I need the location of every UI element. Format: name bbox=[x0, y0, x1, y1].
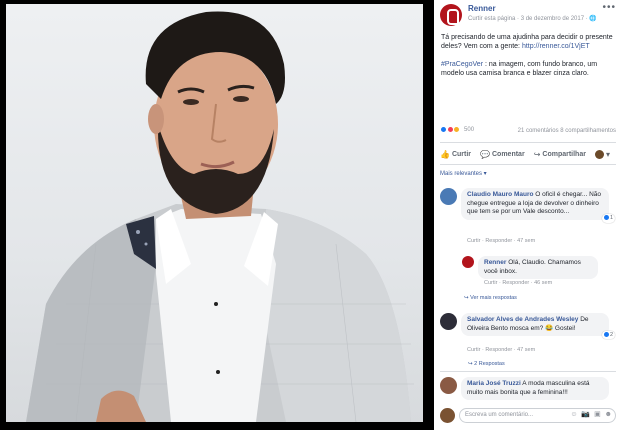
speech-bubble-icon: 💬 bbox=[480, 149, 490, 159]
composer-tools[interactable]: ☺ 📷 ▣ ☻ bbox=[570, 410, 613, 418]
share-as-selector[interactable]: ▾ bbox=[594, 149, 612, 159]
comments-shares-count[interactable]: 21 comentários 8 compartilhamentos bbox=[518, 128, 616, 134]
comment-author[interactable]: Maria José Truzzi bbox=[467, 380, 521, 387]
divider bbox=[440, 371, 616, 372]
reply-author[interactable]: Renner bbox=[484, 259, 506, 266]
view-more-replies-link[interactable]: ↪ Ver mais respostas bbox=[464, 295, 517, 301]
reply-bubble: Renner Olá, Claudio. Chamamos você inbox… bbox=[478, 256, 598, 279]
post-stats: 500 21 comentários 8 compartilhamentos bbox=[440, 126, 616, 138]
post-text: Tá precisando de uma ajudinha para decid… bbox=[441, 33, 613, 87]
post-meta: Curtir esta página · 3 de dezembro de 20… bbox=[468, 15, 597, 22]
comment-reactions[interactable]: 1 bbox=[601, 214, 615, 223]
comment-composer: Escreva um comentário... ☺ 📷 ▣ ☻ bbox=[440, 407, 616, 425]
share-button[interactable]: ↪ Compartilhar bbox=[534, 150, 586, 159]
reaction-count[interactable]: 500 bbox=[464, 127, 474, 133]
photo-viewer bbox=[0, 0, 434, 430]
comment-bubble: Claudio Mauro Mauro O oficil é chegar...… bbox=[461, 188, 615, 223]
like-reaction-icon bbox=[603, 215, 609, 221]
view-replies-link[interactable]: ↪ 2 Respostas bbox=[468, 361, 505, 367]
user-avatar bbox=[440, 408, 455, 423]
page-avatar[interactable] bbox=[440, 4, 462, 26]
share-arrow-icon: ↪ bbox=[533, 149, 541, 159]
chevron-down-icon: ▾ bbox=[605, 149, 610, 159]
comment-meta[interactable]: Curtir · Responder · 47 sem bbox=[467, 238, 535, 244]
comment-item: Salvador Alves de Andrades Wesley De Oli… bbox=[440, 313, 616, 367]
hashtag-link[interactable]: #PraCegoVer bbox=[441, 61, 483, 68]
post-photo[interactable] bbox=[6, 4, 423, 422]
comment-bubble: Maria José Truzzi A moda masculina está … bbox=[461, 377, 609, 400]
model-photo bbox=[26, 11, 414, 422]
comment-bubble: Salvador Alves de Andrades Wesley De Oli… bbox=[461, 313, 615, 339]
action-bar: 👍 Curtir 💬 Comentar ↪ Compartilhar ▾ bbox=[440, 146, 616, 162]
commenter-avatar[interactable] bbox=[440, 188, 457, 205]
more-options-icon[interactable]: ••• bbox=[602, 2, 616, 13]
comment-item: Claudio Mauro Mauro O oficil é chegar...… bbox=[440, 188, 616, 248]
post-side-panel: Renner Curtir esta página · 3 de dezembr… bbox=[434, 0, 620, 430]
globe-icon: 🌐 bbox=[589, 16, 597, 22]
commenter-avatar[interactable] bbox=[440, 377, 457, 394]
comment-reactions[interactable]: 2 bbox=[601, 330, 615, 339]
reply-item: Renner Olá, Claudio. Chamamos você inbox… bbox=[462, 256, 616, 292]
comment-item: Maria José Truzzi A moda masculina está … bbox=[440, 377, 616, 403]
wow-reaction-icon bbox=[453, 126, 461, 133]
like-label: Curtir bbox=[451, 150, 472, 158]
comment-reaction-count: 2 bbox=[609, 331, 613, 338]
comment-meta[interactable]: Curtir · Responder · 47 sem bbox=[467, 347, 535, 353]
commenter-avatar[interactable] bbox=[440, 313, 457, 330]
post-meta-text: Curtir esta página · 3 de dezembro de 20… bbox=[468, 16, 590, 22]
like-reaction-icon bbox=[603, 331, 609, 337]
divider bbox=[440, 142, 616, 143]
page-name[interactable]: Renner bbox=[468, 4, 496, 13]
comment-button[interactable]: 💬 Comentar bbox=[480, 150, 525, 159]
post-link[interactable]: http://renner.co/1VjET bbox=[522, 43, 590, 50]
like-reaction-icon bbox=[440, 126, 447, 133]
reply-meta[interactable]: Curtir · Responder · 46 sem bbox=[484, 280, 552, 286]
divider bbox=[440, 164, 616, 165]
page-reply-avatar[interactable] bbox=[462, 256, 474, 268]
comment-author[interactable]: Claudio Mauro Mauro bbox=[467, 191, 533, 198]
comment-reaction-count: 1 bbox=[609, 215, 613, 221]
comment-label: Comentar bbox=[492, 150, 525, 158]
comment-author[interactable]: Salvador Alves de Andrades Wesley bbox=[467, 316, 578, 323]
share-label: Compartilhar bbox=[542, 150, 586, 158]
post-header: Renner Curtir esta página · 3 de dezembr… bbox=[440, 2, 616, 28]
comment-sort-dropdown[interactable]: Mais relevantes ▾ bbox=[440, 170, 487, 177]
thumbs-up-icon: 👍 bbox=[440, 149, 450, 159]
user-avatar bbox=[594, 149, 604, 159]
like-button[interactable]: 👍 Curtir bbox=[440, 150, 471, 159]
